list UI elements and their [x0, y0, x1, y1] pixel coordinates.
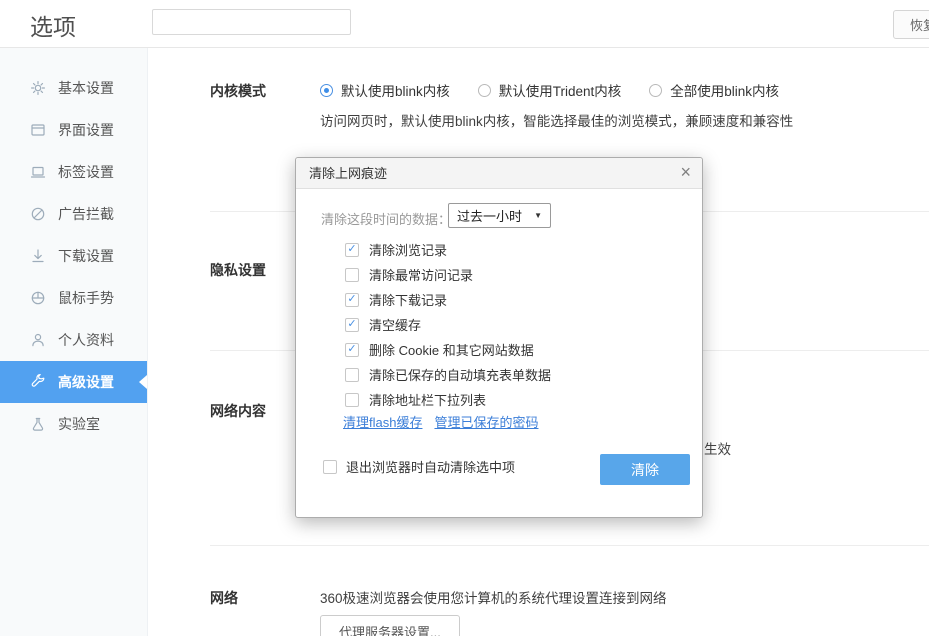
checkbox-icon	[345, 393, 359, 407]
flask-icon	[30, 416, 46, 432]
sidebar-item-label: 广告拦截	[58, 204, 114, 224]
checkbox-icon	[345, 368, 359, 382]
sidebar-item-interface[interactable]: 界面设置	[0, 109, 147, 151]
checkbox-icon: ✓	[345, 293, 359, 307]
block-icon	[30, 206, 46, 222]
sidebar-item-label: 界面设置	[58, 120, 114, 140]
clear-option-4[interactable]: ✓ 删除 Cookie 和其它网站数据	[345, 337, 551, 362]
sidebar-item-tabs[interactable]: 标签设置	[0, 151, 147, 193]
clear-button[interactable]: 清除	[600, 454, 690, 485]
kernel-radio-1[interactable]: 默认使用Trident内核	[478, 80, 622, 100]
checkbox-icon	[323, 460, 337, 474]
gear-icon	[30, 80, 46, 96]
checkbox-label: 清除最常访问记录	[369, 265, 473, 284]
chevron-down-icon: ▼	[534, 211, 542, 220]
radio-icon	[649, 84, 662, 97]
time-range-select[interactable]: 过去一小时 ▼	[448, 203, 551, 228]
proxy-settings-button[interactable]: 代理服务器设置...	[320, 615, 460, 636]
sidebar-item-adblock[interactable]: 广告拦截	[0, 193, 147, 235]
page-header: 选项 恢复	[0, 0, 929, 48]
sidebar-item-mouse[interactable]: 鼠标手势	[0, 277, 147, 319]
clear-options-list: ✓ 清除浏览记录 清除最常访问记录 ✓ 清除下载记录 ✓ 清空缓存 ✓ 删除 C…	[345, 237, 551, 412]
clear-option-3[interactable]: ✓ 清空缓存	[345, 312, 551, 337]
sidebar-item-label: 个人资料	[58, 330, 114, 350]
dialog-title: 清除上网痕迹	[309, 158, 387, 189]
sidebar-item-label: 高级设置	[58, 372, 114, 392]
exit-clear-label: 退出浏览器时自动清除选中项	[346, 457, 515, 476]
radio-label: 全部使用blink内核	[670, 80, 779, 100]
sidebar-item-download[interactable]: 下载设置	[0, 235, 147, 277]
sidebar-item-profile[interactable]: 个人资料	[0, 319, 147, 361]
restore-defaults-button[interactable]: 恢复	[893, 10, 929, 39]
dialog-titlebar: 清除上网痕迹 ×	[296, 158, 702, 189]
kernel-radio-0[interactable]: 默认使用blink内核	[320, 80, 450, 100]
kernel-radio-2[interactable]: 全部使用blink内核	[649, 80, 779, 100]
sidebar-list: 基本设置 界面设置 标签设置 广告拦截 下载设置 鼠标手势 个人资料 高级设置 …	[0, 48, 147, 445]
sidebar-item-label: 下载设置	[58, 246, 114, 266]
network-description: 360极速浏览器会使用您计算机的系统代理设置连接到网络	[320, 587, 667, 607]
checkbox-label: 清除地址栏下拉列表	[369, 390, 486, 409]
checkbox-icon: ✓	[345, 318, 359, 332]
sidebar-item-label: 鼠标手势	[58, 288, 114, 308]
browser-options-page: 选项 恢复 基本设置 界面设置 标签设置 广告拦截 下载设置 鼠标手势 个人资料…	[0, 0, 929, 636]
checkbox-label: 清除浏览记录	[369, 240, 447, 259]
clear-flash-link[interactable]: 清理flash缓存	[343, 412, 422, 431]
checkbox-icon	[345, 268, 359, 282]
radio-icon	[320, 84, 333, 97]
checkbox-label: 清空缓存	[369, 315, 421, 334]
sidebar: 基本设置 界面设置 标签设置 广告拦截 下载设置 鼠标手势 个人资料 高级设置 …	[0, 48, 148, 636]
time-range-value: 过去一小时	[457, 206, 522, 225]
section-label-webcontent: 网络内容	[210, 401, 266, 421]
kernel-description: 访问网页时，默认使用blink内核，智能选择最佳的浏览模式，兼顾速度和兼容性	[320, 110, 793, 130]
radio-label: 默认使用Trident内核	[499, 80, 622, 100]
page-title: 选项	[30, 8, 76, 42]
sidebar-item-advanced[interactable]: 高级设置	[0, 361, 147, 403]
checkbox-label: 删除 Cookie 和其它网站数据	[369, 340, 534, 359]
radio-icon	[478, 84, 491, 97]
divider	[210, 545, 929, 546]
person-icon	[30, 332, 46, 348]
sidebar-item-label: 实验室	[58, 414, 100, 434]
checkbox-label: 清除已保存的自动填充表单数据	[369, 365, 551, 384]
checkbox-label: 清除下载记录	[369, 290, 447, 309]
sidebar-item-lab[interactable]: 实验室	[0, 403, 147, 445]
sidebar-item-label: 标签设置	[58, 162, 114, 182]
kernel-radio-group: 默认使用blink内核 默认使用Trident内核 全部使用blink内核	[320, 80, 779, 100]
partially-hidden-text: 生效	[704, 438, 731, 458]
wrench-icon	[30, 374, 46, 390]
exit-clear-option[interactable]: 退出浏览器时自动清除选中项	[323, 457, 515, 476]
section-label-network: 网络	[210, 588, 238, 608]
close-icon[interactable]: ×	[680, 158, 691, 187]
clear-option-2[interactable]: ✓ 清除下载记录	[345, 287, 551, 312]
manage-passwords-link[interactable]: 管理已保存的密码	[434, 412, 538, 431]
download-icon	[30, 248, 46, 264]
clear-history-dialog: 清除上网痕迹 × 清除这段时间的数据： 过去一小时 ▼ ✓ 清除浏览记录 清除最…	[295, 157, 703, 518]
section-label-kernel: 内核模式	[210, 81, 266, 101]
tab-icon	[30, 164, 46, 180]
time-range-label: 清除这段时间的数据：	[321, 209, 451, 228]
checkbox-icon: ✓	[345, 243, 359, 257]
search-input[interactable]	[152, 9, 351, 35]
mouse-icon	[30, 290, 46, 306]
clear-option-1[interactable]: 清除最常访问记录	[345, 262, 551, 287]
sidebar-item-basic[interactable]: 基本设置	[0, 67, 147, 109]
clear-option-6[interactable]: 清除地址栏下拉列表	[345, 387, 551, 412]
radio-label: 默认使用blink内核	[341, 80, 450, 100]
window-icon	[30, 122, 46, 138]
dialog-links: 清理flash缓存管理已保存的密码	[343, 412, 538, 431]
section-label-privacy: 隐私设置	[210, 260, 266, 280]
sidebar-item-label: 基本设置	[58, 78, 114, 98]
checkbox-icon: ✓	[345, 343, 359, 357]
clear-option-5[interactable]: 清除已保存的自动填充表单数据	[345, 362, 551, 387]
clear-option-0[interactable]: ✓ 清除浏览记录	[345, 237, 551, 262]
